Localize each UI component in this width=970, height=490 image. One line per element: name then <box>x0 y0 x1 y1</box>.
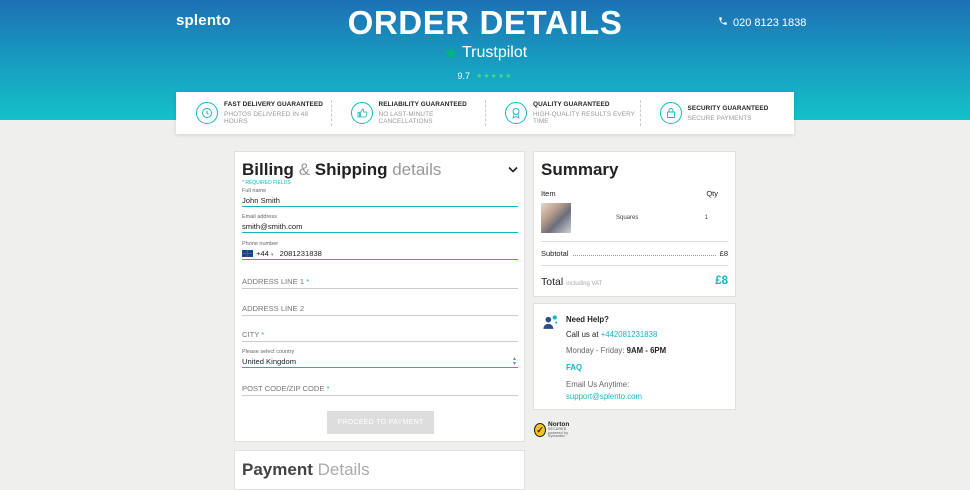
help-hours: Monday - Friday: 9AM - 6PM <box>566 346 667 355</box>
payment-title: Payment Details <box>242 460 370 479</box>
guarantee-reliability: RELIABILITY GUARANTEED NO LAST-MINUTE CA… <box>330 92 486 134</box>
help-card: Need Help? Call us at +442081231838 Mond… <box>533 303 736 410</box>
trustpilot-widget[interactable]: ★ Trustpilot <box>0 44 970 62</box>
guarantee-quality: QUALITY GUARANTEED HIGH-QUALITY RESULTS … <box>485 92 640 134</box>
billing-title: Billing & Shipping details <box>242 160 442 179</box>
checkmark-icon: ✓ <box>534 423 546 437</box>
guarantee-title: FAST DELIVERY GUARANTEED <box>224 101 323 108</box>
proceed-to-payment-button[interactable]: PROCEED TO PAYMENT <box>327 411 434 434</box>
field-label: Full name <box>242 188 267 194</box>
rating-stars: ★★★★★ <box>476 73 513 80</box>
address-line-2-field[interactable]: ADDRESS LINE 2 <box>242 304 518 316</box>
divider <box>541 265 728 266</box>
guarantee-title: QUALITY GUARANTEED <box>533 101 610 108</box>
column-header-item: Item <box>541 189 556 198</box>
postcode-field[interactable]: POST CODE/ZIP CODE * <box>242 384 518 396</box>
faq-link[interactable]: FAQ <box>566 363 582 372</box>
product-name: Squares <box>616 215 639 221</box>
payment-details-card[interactable]: Payment Details <box>234 450 525 490</box>
column-header-qty: Qty <box>706 189 718 198</box>
field-placeholder: ADDRESS LINE 2 <box>242 304 305 313</box>
billing-shipping-card: Billing & Shipping details * REQUIRED FI… <box>234 151 525 442</box>
badge-icon <box>505 102 527 124</box>
summary-card: Summary Item Qty Squares 1 Subtotal £8 T… <box>533 151 736 297</box>
norton-secured-badge: ✓ Norton SECURED powered by Symantec <box>534 417 580 443</box>
guarantee-title: RELIABILITY GUARANTEED <box>378 101 467 108</box>
product-qty: 1 <box>704 215 708 221</box>
trustpilot-label: Trustpilot <box>461 44 528 61</box>
email-field[interactable]: Email address smith@smith.com <box>242 214 518 233</box>
field-placeholder: ADDRESS LINE 1 <box>242 277 305 286</box>
address-line-1-field[interactable]: ADDRESS LINE 1 * <box>242 277 518 289</box>
phone-icon <box>718 16 728 29</box>
guarantee-subtitle: HIGH-QUALITY RESULTS EVERY TIME <box>533 111 635 125</box>
guarantee-fast-delivery: FAST DELIVERY GUARANTEED PHOTOS DELIVERE… <box>176 92 331 134</box>
chevron-down-icon: ▾ <box>271 252 274 258</box>
norton-powered: powered by Symantec <box>548 430 569 438</box>
field-placeholder: POST CODE/ZIP CODE <box>242 384 325 393</box>
guarantee-subtitle: NO LAST-MINUTE CANCELLATIONS <box>378 111 434 125</box>
phone-field[interactable]: Phone number +44 ▾ 2081231838 <box>242 241 518 260</box>
guarantee-subtitle: SECURE PAYMENTS <box>687 114 752 122</box>
full-name-field[interactable]: Full name John Smith <box>242 188 518 207</box>
field-value[interactable]: smith@smith.com <box>242 222 518 232</box>
field-label: Please select country <box>242 349 295 355</box>
phone-number-value[interactable]: 2081231838 <box>280 249 322 258</box>
phone-number: 020 8123 1838 <box>733 16 807 29</box>
city-field[interactable]: CITY * <box>242 330 518 342</box>
field-label: Email address <box>242 214 277 220</box>
subtotal-value: £8 <box>719 249 728 258</box>
total-vat-note: including VAT <box>566 281 603 287</box>
summary-title: Summary <box>541 160 619 179</box>
field-value[interactable]: John Smith <box>242 196 518 206</box>
collapse-chevron-icon[interactable] <box>508 162 518 177</box>
lock-icon <box>659 102 682 124</box>
phone-value-row[interactable]: +44 ▾ 2081231838 <box>242 249 518 259</box>
country-select[interactable]: Please select country United Kingdom ▴ ▾ <box>242 349 518 368</box>
country-code[interactable]: +44 <box>256 249 269 258</box>
trustpilot-rating: 9.7 ★★★★★ <box>0 71 970 81</box>
trustpilot-star-icon: ★ <box>442 43 459 63</box>
support-icon <box>542 314 559 331</box>
help-phone-link[interactable]: +442081231838 <box>601 330 658 339</box>
rating-value: 9.7 <box>457 71 471 81</box>
guarantee-subtitle: PHOTOS DELIVERED IN 48 HOURS <box>224 111 309 125</box>
subtotal-row: Subtotal £8 <box>541 249 728 258</box>
subtotal-label: Subtotal <box>541 249 569 258</box>
field-value[interactable]: United Kingdom <box>242 357 518 367</box>
page-title: ORDER DETAILS <box>347 4 623 41</box>
email-label: Email Us Anytime: <box>566 380 630 389</box>
total-label: Total including VAT <box>541 276 603 288</box>
support-email-link[interactable]: support@splento.com <box>566 392 642 401</box>
divider <box>541 241 728 242</box>
uk-flag-icon[interactable] <box>242 250 253 257</box>
thumbs-up-icon <box>350 102 373 124</box>
required-fields-note: * REQUIRED FIELDS <box>242 180 291 186</box>
guarantee-security: SECURITY GUARANTEED SECURE PAYMENTS <box>639 92 795 134</box>
guarantee-title: SECURITY GUARANTEED <box>687 104 769 112</box>
product-thumbnail <box>541 203 571 233</box>
field-placeholder: CITY <box>242 330 260 339</box>
dotted-leader <box>572 255 716 256</box>
field-label: Phone number <box>242 241 279 247</box>
help-call-line: Call us at +442081231838 <box>566 330 658 339</box>
help-title: Need Help? <box>566 315 609 324</box>
guarantees-bar: FAST DELIVERY GUARANTEED PHOTOS DELIVERE… <box>176 92 794 134</box>
select-arrows-icon: ▴ ▾ <box>512 356 516 367</box>
clock-icon <box>196 102 218 124</box>
total-value: £8 <box>715 275 728 287</box>
header-phone[interactable]: 020 8123 1838 <box>718 16 806 29</box>
